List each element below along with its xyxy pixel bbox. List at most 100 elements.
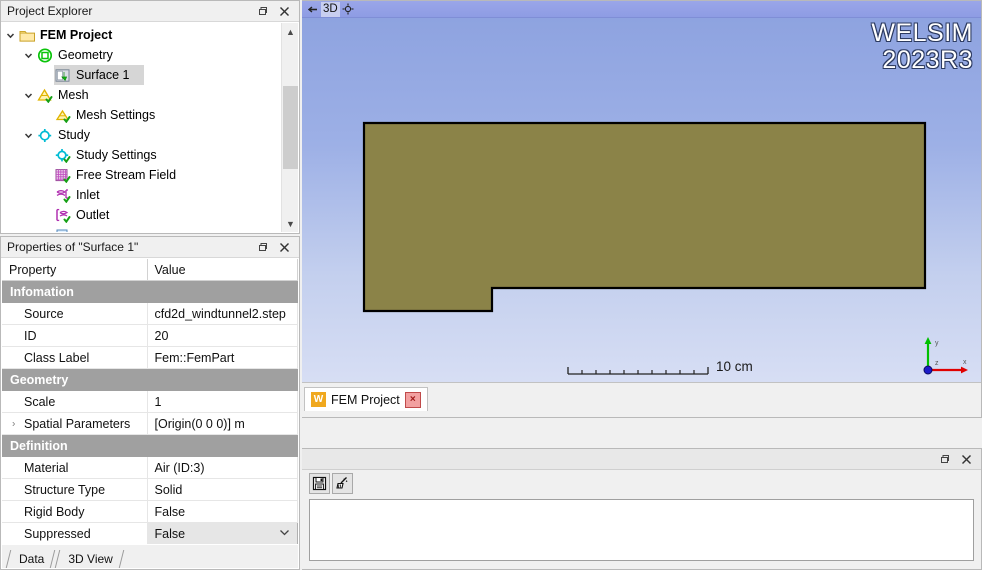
- viewport-mode-label[interactable]: 3D: [321, 2, 340, 17]
- tree-twisty-placeholder: [38, 185, 54, 205]
- properties-panel: Properties of "Surface 1" Property Value: [0, 236, 300, 570]
- tab-close-icon[interactable]: ×: [405, 392, 421, 408]
- tree-item-content[interactable]: Study Settings: [54, 145, 171, 165]
- chevron-down-icon[interactable]: [2, 25, 18, 45]
- property-row-scale[interactable]: Scale1: [2, 391, 298, 413]
- tree-item-surface-1[interactable]: Surface 1: [2, 65, 281, 85]
- property-value-material[interactable]: Air (ID:3): [147, 457, 298, 479]
- property-row-source[interactable]: Sourcecfd2d_windtunnel2.step: [2, 303, 298, 325]
- property-name-class-label: Class Label: [2, 347, 147, 369]
- properties-title: Properties of "Surface 1": [7, 240, 256, 254]
- tree-item-content[interactable]: Outlet: [54, 205, 123, 225]
- tree-item-geometry[interactable]: Geometry: [2, 45, 281, 65]
- console-output[interactable]: [309, 499, 974, 561]
- project-explorer-title: Project Explorer: [7, 4, 256, 18]
- viewport-canvas[interactable]: WELSIM 2023R3 10 cm: [302, 18, 981, 382]
- property-row-rigid-body[interactable]: Rigid BodyFalse: [2, 501, 298, 523]
- tree-item-free-stream-field[interactable]: Free Stream Field: [2, 165, 281, 185]
- property-name-material: Material: [2, 457, 147, 479]
- scrollbar-thumb[interactable]: [283, 86, 298, 169]
- chevron-up-icon[interactable]: ▲: [282, 23, 298, 40]
- axis-triad: y z x: [918, 334, 974, 380]
- float-restore-icon[interactable]: [938, 453, 951, 466]
- property-value-structure-type[interactable]: Solid: [147, 479, 298, 501]
- tree-item-label: Surface 1: [76, 68, 140, 82]
- tree-item-partial[interactable]: [2, 225, 281, 232]
- properties-tab-label: Data: [19, 552, 44, 566]
- tree-item-content[interactable]: Surface 1: [54, 65, 144, 85]
- property-name-scale: Scale: [2, 391, 147, 413]
- chevron-down-icon[interactable]: [20, 85, 36, 105]
- chevron-down-icon[interactable]: [20, 45, 36, 65]
- property-value-spatial-parameters[interactable]: [Origin(0 0 0)] m: [147, 413, 298, 435]
- tree-item-label: Study Settings: [76, 148, 167, 162]
- property-value-scale[interactable]: 1: [147, 391, 298, 413]
- tree-item-inlet[interactable]: Inlet: [2, 185, 281, 205]
- tree-item-content[interactable]: Inlet: [54, 185, 114, 205]
- save-button[interactable]: [309, 473, 330, 494]
- chevron-down-icon[interactable]: [279, 528, 290, 539]
- project-tree[interactable]: FEM Project Geometry Surface 1 Mesh Mesh Set…: [2, 23, 281, 232]
- tree-item-mesh[interactable]: Mesh: [2, 85, 281, 105]
- tree-item-content[interactable]: Mesh Settings: [54, 105, 169, 125]
- property-row-spatial-parameters[interactable]: Spatial Parameters›[Origin(0 0 0)] m: [2, 413, 298, 435]
- tree-item-content[interactable]: [54, 225, 80, 232]
- chevron-down-icon[interactable]: [20, 125, 36, 145]
- mesh-settings-icon: [54, 107, 73, 123]
- tree-item-fem-project[interactable]: FEM Project: [2, 25, 281, 45]
- tree-twisty-placeholder: [38, 145, 54, 165]
- viewport-panel: 3D WELSIM 2023R3 10 cm: [302, 0, 982, 418]
- property-row-id[interactable]: ID20: [2, 325, 298, 347]
- welsim-w-icon: W: [311, 392, 326, 407]
- tree-twisty-placeholder: [38, 165, 54, 185]
- triad-x-label: x: [963, 359, 967, 366]
- close-icon[interactable]: [278, 241, 291, 254]
- property-name-structure-type: Structure Type: [2, 479, 147, 501]
- tree-item-label: Geometry: [58, 48, 123, 62]
- property-value-suppressed[interactable]: False: [147, 523, 298, 545]
- property-value-class-label[interactable]: Fem::FemPart: [147, 347, 298, 369]
- tree-item-content[interactable]: FEM Project: [18, 25, 126, 45]
- tree-item-content[interactable]: Mesh: [36, 85, 103, 105]
- viewport-tab-fem-project[interactable]: WFEM Project×: [304, 387, 428, 411]
- tree-item-content[interactable]: Free Stream Field: [54, 165, 190, 185]
- clear-button[interactable]: [332, 473, 353, 494]
- property-row-material[interactable]: MaterialAir (ID:3): [2, 457, 298, 479]
- property-group-definition: Definition: [2, 435, 298, 457]
- property-name-suppressed: Suppressed: [2, 523, 147, 545]
- close-icon[interactable]: [960, 453, 973, 466]
- float-restore-icon[interactable]: [256, 5, 269, 18]
- triad-y-label: y: [935, 340, 939, 347]
- properties-tab-label: 3D View: [68, 552, 112, 566]
- tree-item-label: Mesh: [58, 88, 99, 102]
- tree-item-outlet[interactable]: Outlet: [2, 205, 281, 225]
- property-row-suppressed[interactable]: SuppressedFalse: [2, 523, 298, 545]
- surface-1-polygon[interactable]: [364, 123, 925, 311]
- project-tree-scrollbar[interactable]: ▲ ▼: [281, 23, 298, 232]
- tree-item-content[interactable]: Study: [36, 125, 104, 145]
- inlet-icon: [54, 187, 73, 203]
- float-restore-icon[interactable]: [256, 241, 269, 254]
- pin-icon[interactable]: [306, 2, 321, 17]
- tree-item-label: Outlet: [76, 208, 119, 222]
- target-icon[interactable]: [340, 2, 356, 17]
- property-row-structure-type[interactable]: Structure TypeSolid: [2, 479, 298, 501]
- property-value-rigid-body[interactable]: False: [147, 501, 298, 523]
- chevron-right-icon[interactable]: ›: [8, 418, 15, 429]
- property-value-id[interactable]: 20: [147, 325, 298, 347]
- tree-item-study-settings[interactable]: Study Settings: [2, 145, 281, 165]
- triad-z-label: z: [935, 360, 939, 367]
- properties-tab-data[interactable]: Data: [6, 550, 55, 568]
- close-icon[interactable]: [278, 5, 291, 18]
- tree-twisty-placeholder: [38, 205, 54, 225]
- tree-item-study[interactable]: Study: [2, 125, 281, 145]
- property-row-class-label[interactable]: Class LabelFem::FemPart: [2, 347, 298, 369]
- property-value-source[interactable]: cfd2d_windtunnel2.step: [147, 303, 298, 325]
- study-icon: [36, 127, 55, 143]
- chevron-down-icon[interactable]: ▼: [282, 215, 298, 232]
- properties-tab-3d-view[interactable]: 3D View: [55, 550, 123, 568]
- tree-item-mesh-settings[interactable]: Mesh Settings: [2, 105, 281, 125]
- tree-item-content[interactable]: Geometry: [36, 45, 127, 65]
- property-group-label: Geometry: [2, 369, 298, 391]
- property-group-label: Definition: [2, 435, 298, 457]
